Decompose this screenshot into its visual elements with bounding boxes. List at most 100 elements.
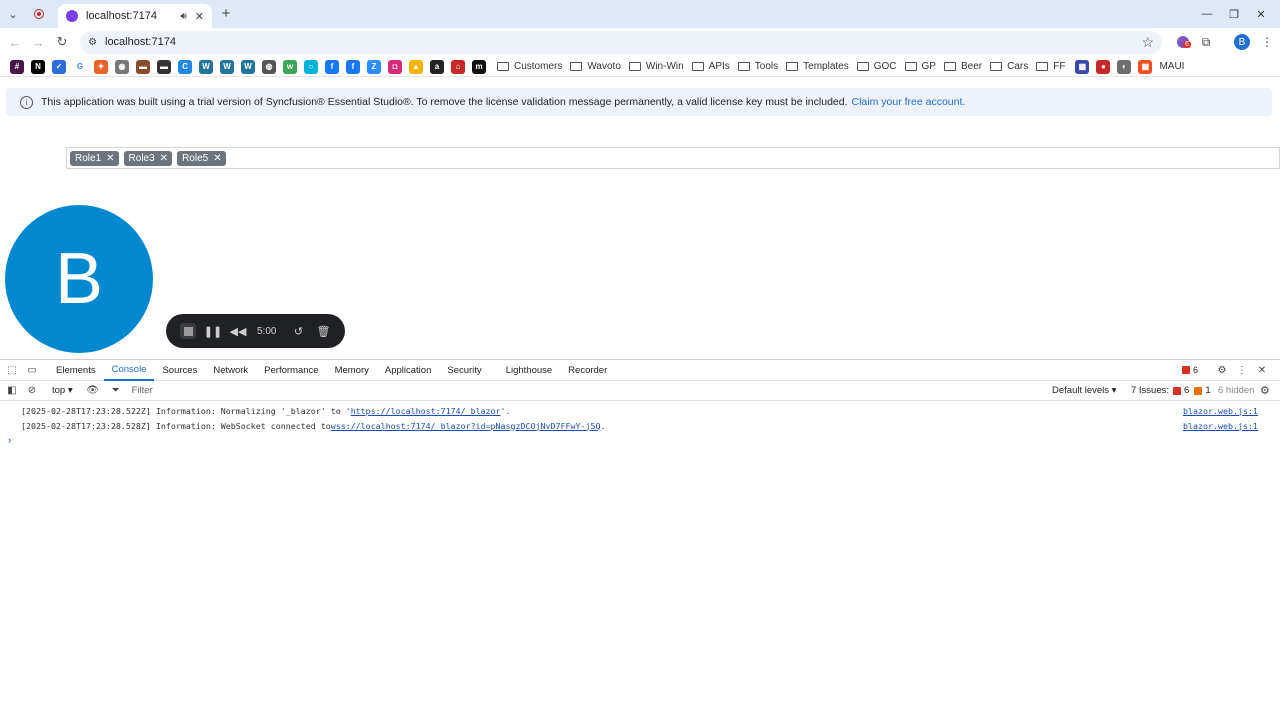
bookmark-star-icon[interactable]: ☆ xyxy=(1141,34,1154,51)
error-count[interactable]: 6 xyxy=(1193,365,1198,375)
wordpress-icon-3[interactable]: W xyxy=(241,59,255,74)
minimize-button[interactable]: — xyxy=(1199,6,1215,22)
bookmark-folder-beer[interactable]: Beer xyxy=(943,61,982,72)
rewind-icon[interactable]: ◀◀ xyxy=(230,323,247,339)
devtools-tab-performance[interactable]: Performance xyxy=(256,360,326,381)
role-chip[interactable]: Role3 ✕ xyxy=(123,150,173,166)
tab-search-icon[interactable]: ⌄ xyxy=(5,6,21,22)
app-icon-12[interactable]: ◐ xyxy=(1117,59,1132,74)
bookmark-folder-goc[interactable]: GOC xyxy=(856,61,897,72)
devtools-tab-elements[interactable]: Elements xyxy=(48,360,104,381)
maximize-button[interactable]: ❐ xyxy=(1226,6,1242,22)
clear-console-icon[interactable]: ⊘ xyxy=(25,384,39,398)
devtools-tab-security[interactable]: Security xyxy=(439,360,489,381)
app-icon-8[interactable]: ⌂ xyxy=(451,59,465,74)
remove-chip-icon[interactable]: ✕ xyxy=(106,153,114,164)
slack-icon[interactable]: # xyxy=(10,59,24,74)
forward-button[interactable]: → xyxy=(30,34,46,50)
profile-avatar[interactable]: B xyxy=(1234,34,1250,50)
bookmark-folder-apis[interactable]: APIs xyxy=(691,61,730,72)
role-chip[interactable]: Role5 ✕ xyxy=(177,150,226,166)
devtools-tab-lighthouse[interactable]: Lighthouse xyxy=(498,360,560,381)
stop-recording-button[interactable] xyxy=(180,323,196,339)
devtools-tab-application[interactable]: Application xyxy=(377,360,439,381)
issues-counter[interactable]: 7 Issues: 6 1 xyxy=(1131,385,1211,396)
claim-account-link[interactable]: Claim your free account. xyxy=(852,96,966,108)
log-levels-dropdown[interactable]: Default levels ▾ xyxy=(1052,385,1116,396)
devtools-tab-console[interactable]: Console xyxy=(103,360,155,381)
app-icon-3[interactable]: ◉ xyxy=(115,59,129,74)
zoom-icon[interactable]: Z xyxy=(367,59,381,74)
microsoft-icon[interactable]: ▦ xyxy=(1138,59,1153,74)
devtools-tab-recorder[interactable]: Recorder xyxy=(560,360,615,381)
app-icon-9[interactable]: m xyxy=(472,59,486,74)
log-url-link[interactable]: wss://localhost:7174/_blazor?id=pNasgzDC… xyxy=(331,421,601,431)
globe-icon[interactable]: ◍ xyxy=(262,59,276,74)
console-prompt[interactable]: › xyxy=(0,433,1280,447)
wordpress-icon-1[interactable]: W xyxy=(199,59,213,74)
url-text[interactable]: localhost:7174 xyxy=(105,36,176,48)
back-button[interactable]: ← xyxy=(7,34,23,50)
new-tab-button[interactable]: + xyxy=(218,5,234,22)
sidebar-toggle-icon[interactable]: ◧ xyxy=(5,384,19,398)
bookmark-folder-ff[interactable]: FF xyxy=(1036,61,1065,72)
role-chip[interactable]: Role1 ✕ xyxy=(70,150,119,166)
log-url-link[interactable]: https://localhost:7174/_blazor xyxy=(351,406,501,416)
extensions-puzzle-icon[interactable]: ⧉ xyxy=(1197,33,1215,51)
remove-chip-icon[interactable]: ✕ xyxy=(213,153,221,164)
facebook-icon-1[interactable]: f xyxy=(325,59,339,74)
bookmark-folder-wavoto[interactable]: Wavoto xyxy=(570,61,621,72)
app-icon-1[interactable]: ✓ xyxy=(52,59,66,74)
bookmark-folder-win-win[interactable]: Win-Win xyxy=(628,61,684,72)
car-icon-2[interactable]: ▬ xyxy=(157,59,171,74)
instagram-icon[interactable]: ◘ xyxy=(388,59,402,74)
devtools-menu-icon[interactable]: ⋮ xyxy=(1235,363,1249,377)
app-icon-2[interactable]: ✦ xyxy=(94,59,108,74)
inspect-element-icon[interactable]: ⬚ xyxy=(5,363,19,377)
device-toolbar-icon[interactable]: ▭ xyxy=(25,363,39,377)
delete-recording-icon[interactable]: 🗑︎ xyxy=(315,323,331,339)
bookmark-folder-cars[interactable]: Cars xyxy=(990,61,1028,72)
remove-chip-icon[interactable]: ✕ xyxy=(160,153,168,164)
bookmark-folder-tools[interactable]: Tools xyxy=(737,61,778,72)
app-icon-10[interactable]: ▦ xyxy=(1075,59,1090,74)
pause-icon[interactable]: ❚❚ xyxy=(204,323,222,339)
app-icon-11[interactable]: ● xyxy=(1096,59,1111,74)
app-icon-6[interactable]: ○ xyxy=(304,59,318,74)
app-icon-5[interactable]: w xyxy=(283,59,297,74)
devtools-tab-sources[interactable]: Sources xyxy=(154,360,205,381)
restart-icon[interactable]: ↺ xyxy=(290,323,306,339)
bookmark-folder-customers[interactable]: Customers xyxy=(497,61,562,72)
wordpress-icon-2[interactable]: W xyxy=(220,59,234,74)
google-icon[interactable]: G xyxy=(73,59,87,74)
app-icon-7[interactable]: ▲ xyxy=(409,59,423,74)
site-settings-icon[interactable]: ⚙ xyxy=(86,36,99,49)
notion-icon[interactable]: N xyxy=(31,59,45,74)
devtools-tab-network[interactable]: Network xyxy=(205,360,256,381)
app-icon-4[interactable]: C xyxy=(178,59,192,74)
recording-indicator-icon[interactable] xyxy=(31,6,47,22)
bookmark-folder-gp[interactable]: GP xyxy=(904,61,936,72)
bookmark-maui[interactable]: MAUI xyxy=(1159,61,1184,72)
bookmark-folder-templates[interactable]: Templates xyxy=(786,61,849,72)
facebook-icon-2[interactable]: f xyxy=(346,59,360,74)
devtools-tab-memory[interactable]: Memory xyxy=(327,360,377,381)
close-window-button[interactable]: ✕ xyxy=(1253,6,1269,22)
address-bar[interactable]: ⚙ localhost:7174 ☆ xyxy=(80,31,1162,54)
extension-icon[interactable]: 6 xyxy=(1174,33,1192,51)
live-expression-eye-icon[interactable]: 👁︎ xyxy=(86,384,100,398)
speaker-icon[interactable]: 🔊︎ xyxy=(180,11,186,22)
tab-localhost[interactable]: localhost:7174 🔊︎ ✕ xyxy=(58,4,212,28)
console-filter-input[interactable]: Filter xyxy=(132,385,153,396)
car-icon-1[interactable]: ▬ xyxy=(136,59,150,74)
devtools-settings-icon[interactable]: ⚙ xyxy=(1215,363,1229,377)
close-devtools-icon[interactable]: ✕ xyxy=(1255,363,1269,377)
amazon-icon[interactable]: a xyxy=(430,59,444,74)
console-settings-icon[interactable]: ⚙ xyxy=(1260,384,1270,397)
role-multiselect[interactable]: Role1 ✕ Role3 ✕ Role5 ✕ xyxy=(66,147,1280,169)
close-tab-icon[interactable]: ✕ xyxy=(195,10,204,23)
menu-kebab-icon[interactable]: ⋮ xyxy=(1258,33,1276,51)
context-selector[interactable]: top ▾ xyxy=(52,385,73,396)
log-source-link[interactable]: blazor.web.js:1 xyxy=(1183,406,1258,416)
reload-button[interactable]: ↻ xyxy=(54,34,70,50)
